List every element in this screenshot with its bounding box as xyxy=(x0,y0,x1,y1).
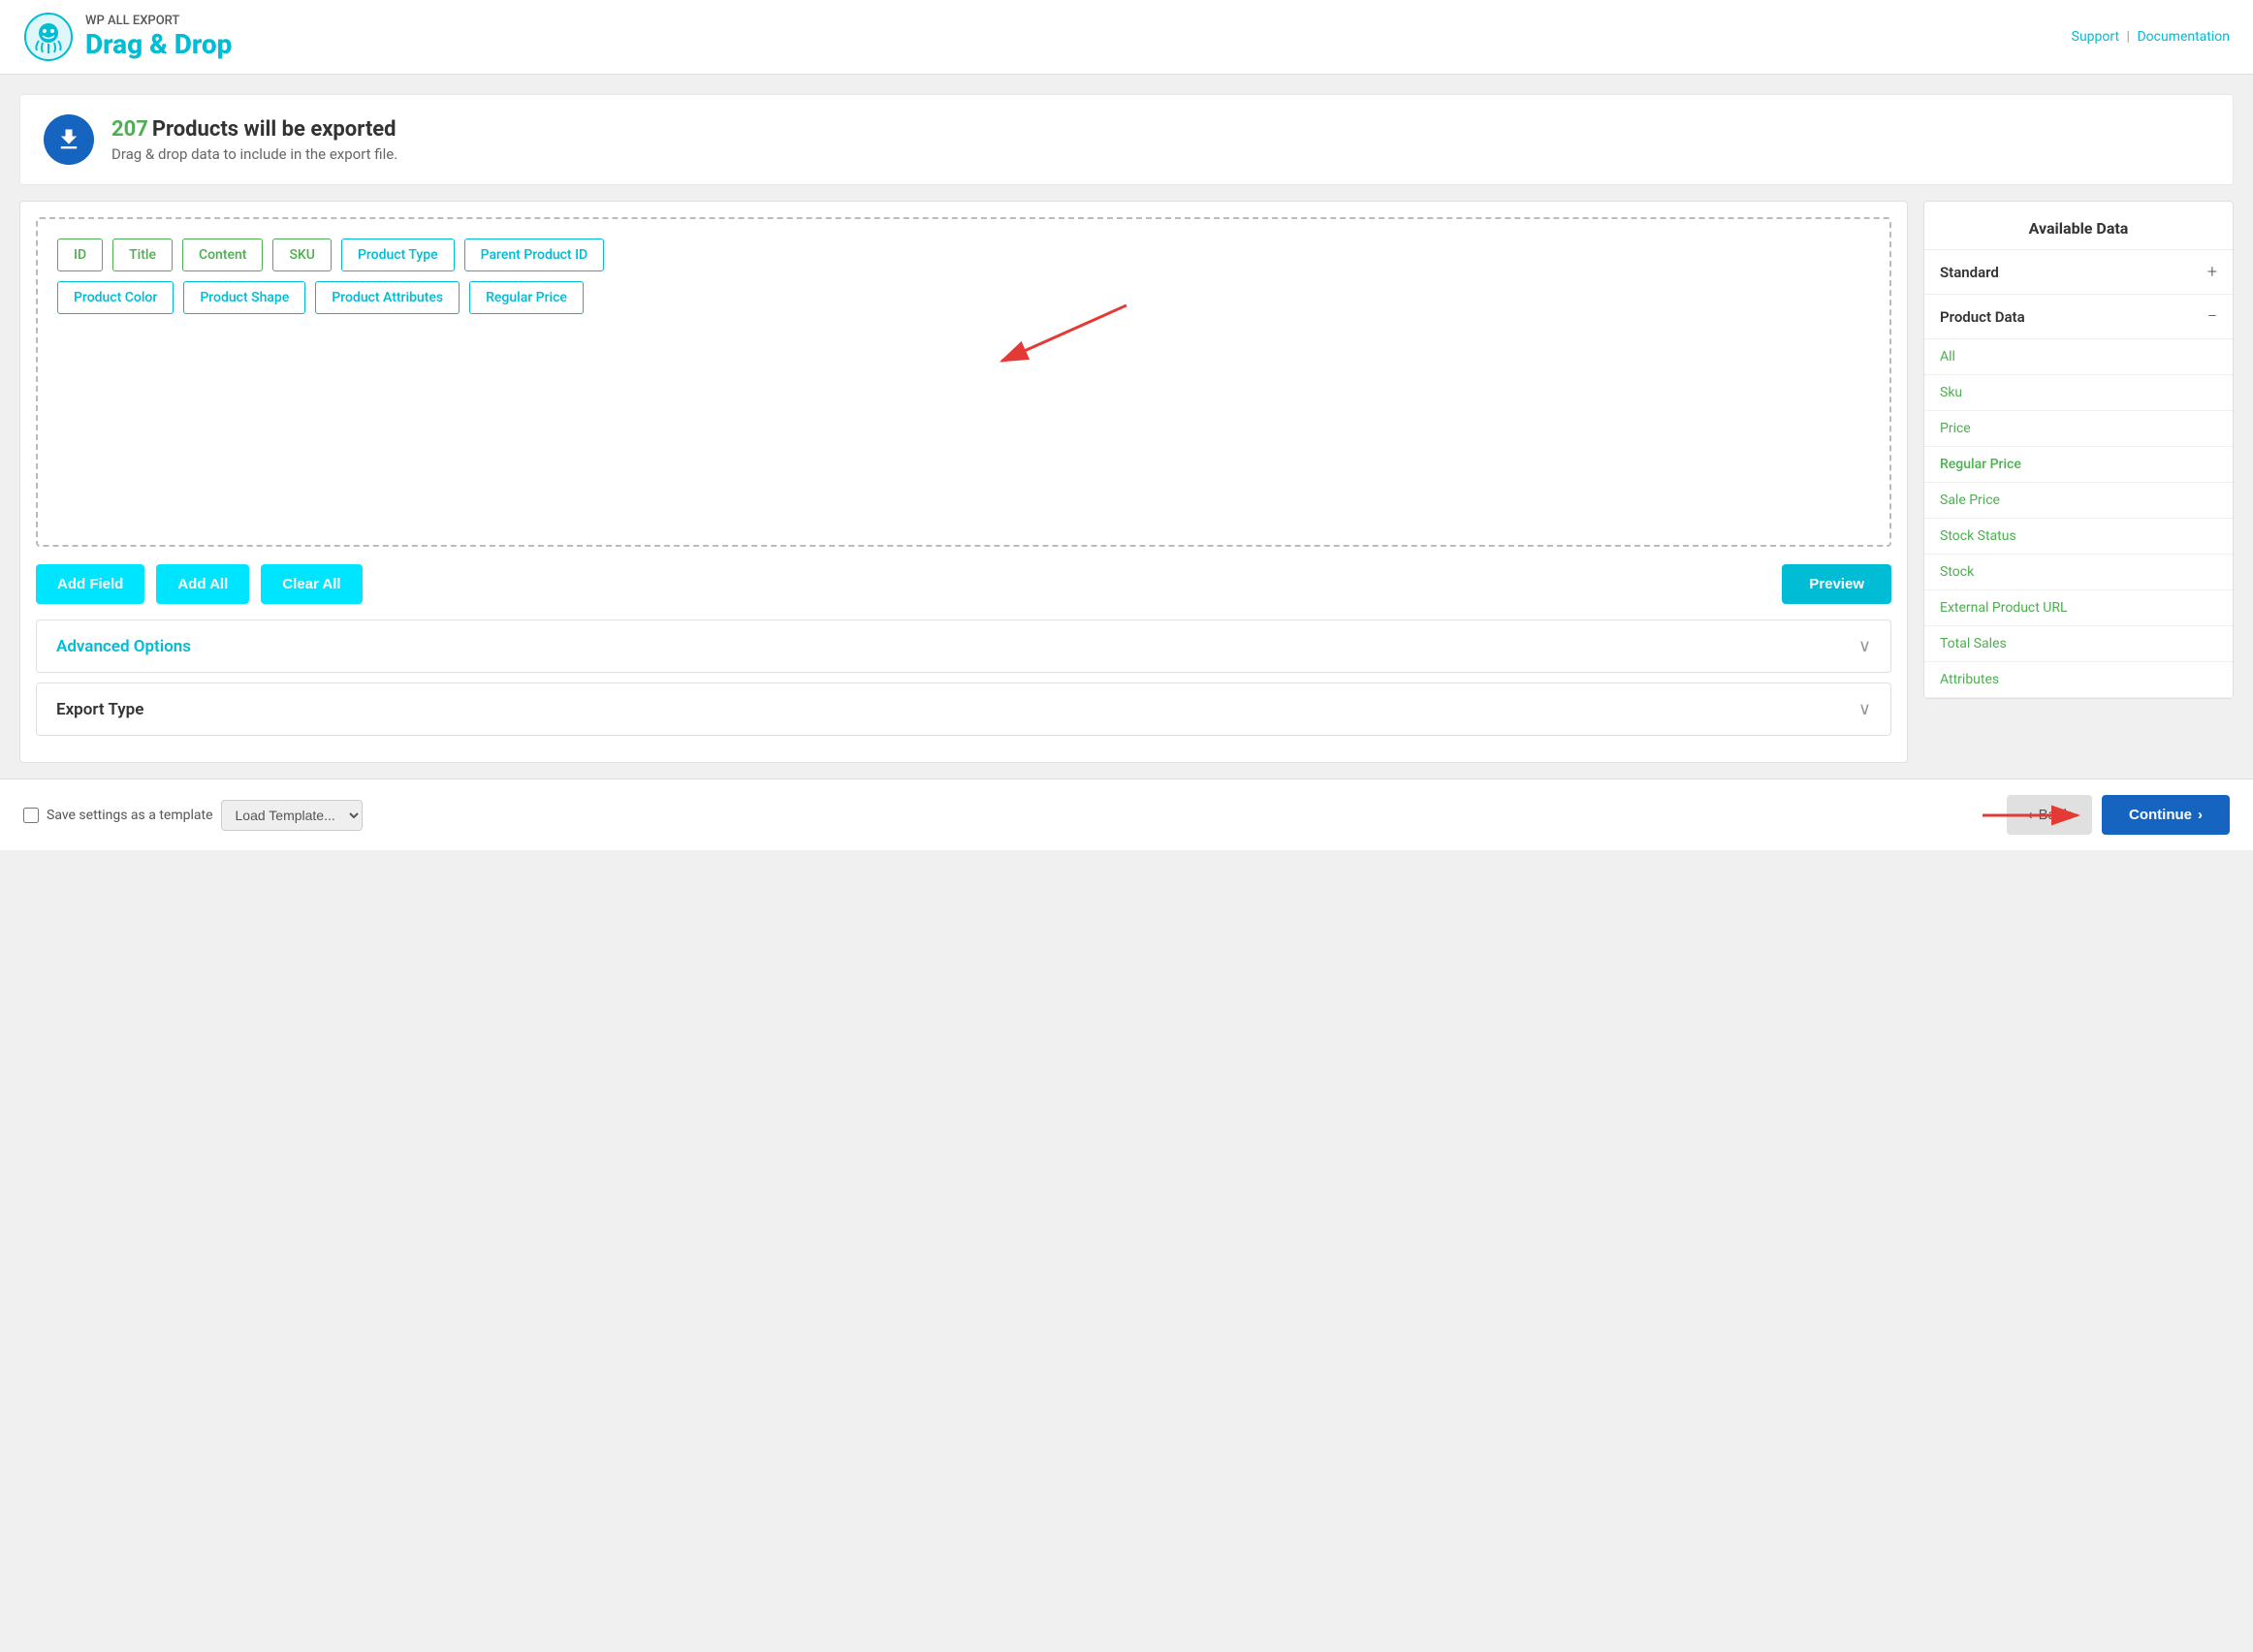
download-icon xyxy=(55,126,82,153)
app-name: WP ALL EXPORT xyxy=(85,14,232,28)
save-template-area: Save settings as a template Load Templat… xyxy=(23,800,363,831)
field-tag-sku[interactable]: SKU xyxy=(272,238,331,271)
export-type-section: Export Type ∨ xyxy=(36,683,1891,736)
standard-section-label: Standard xyxy=(1940,264,1999,281)
product-data-section-header[interactable]: Product Data − xyxy=(1924,295,2233,339)
banner-headline: 207 Products will be exported xyxy=(111,117,397,142)
app-header: WP ALL EXPORT Drag & Drop Support | Docu… xyxy=(0,0,2253,75)
continue-chevron-icon: › xyxy=(2198,807,2203,823)
product-data-section-label: Product Data xyxy=(1940,308,2025,326)
field-tag-title[interactable]: Title xyxy=(112,238,173,271)
export-type-chevron-icon: ∨ xyxy=(1858,699,1871,719)
export-type-label: Export Type xyxy=(56,700,143,719)
banner-subtitle: Drag & drop data to include in the expor… xyxy=(111,145,397,163)
action-buttons: Add Field Add All Clear All Preview xyxy=(36,564,1891,604)
continue-button[interactable]: Continue › xyxy=(2102,795,2230,835)
available-data-title: Available Data xyxy=(1924,202,2233,250)
standard-section-header[interactable]: Standard + xyxy=(1924,250,2233,295)
save-template-checkbox[interactable] xyxy=(23,808,39,823)
export-count: 207 xyxy=(111,117,148,142)
right-panel: Available Data Standard + Product Data −… xyxy=(1923,201,2234,699)
advanced-options-chevron-icon: ∨ xyxy=(1858,636,1871,656)
clear-all-button[interactable]: Clear All xyxy=(261,564,362,604)
logo-area: WP ALL EXPORT Drag & Drop xyxy=(23,12,232,62)
app-logo-icon xyxy=(23,12,74,62)
left-panel: ID Title Content SKU Product Type Parent… xyxy=(19,201,1908,763)
back-button[interactable]: ‹ Back xyxy=(2007,795,2092,835)
field-tag-id[interactable]: ID xyxy=(57,238,103,271)
product-data-section-toggle-icon[interactable]: − xyxy=(2207,306,2217,327)
preview-button[interactable]: Preview xyxy=(1782,564,1891,604)
field-row-1: ID Title Content SKU Product Type Parent… xyxy=(57,238,1870,271)
header-links: Support | Documentation xyxy=(2072,29,2230,45)
field-tag-regular-price[interactable]: Regular Price xyxy=(469,281,584,314)
data-item-attributes[interactable]: Attributes xyxy=(1924,662,2233,698)
main-layout: ID Title Content SKU Product Type Parent… xyxy=(19,201,2234,763)
data-item-stock[interactable]: Stock xyxy=(1924,555,2233,590)
field-tag-parent-product-id[interactable]: Parent Product ID xyxy=(464,238,605,271)
data-item-price[interactable]: Price xyxy=(1924,411,2233,447)
footer-bar: Save settings as a template Load Templat… xyxy=(0,778,2253,850)
link-separator: | xyxy=(2127,29,2130,45)
field-tag-product-color[interactable]: Product Color xyxy=(57,281,174,314)
field-tag-product-type[interactable]: Product Type xyxy=(341,238,455,271)
field-tag-product-attributes[interactable]: Product Attributes xyxy=(315,281,460,314)
advanced-options-toggle[interactable]: Advanced Options ∨ xyxy=(37,620,1890,672)
add-all-button[interactable]: Add All xyxy=(156,564,249,604)
banner-icon xyxy=(44,114,94,165)
data-item-sale-price[interactable]: Sale Price xyxy=(1924,483,2233,519)
continue-label: Continue xyxy=(2129,807,2192,823)
data-item-all[interactable]: All xyxy=(1924,339,2233,375)
app-title: Drag & Drop xyxy=(85,28,232,60)
data-item-regular-price[interactable]: Regular Price xyxy=(1924,447,2233,483)
back-chevron-icon: ‹ xyxy=(2028,807,2033,823)
documentation-link[interactable]: Documentation xyxy=(2137,29,2230,45)
logo-text: WP ALL EXPORT Drag & Drop xyxy=(85,14,232,60)
load-template-select[interactable]: Load Template... xyxy=(221,800,363,831)
field-tag-product-shape[interactable]: Product Shape xyxy=(183,281,305,314)
standard-section-toggle-icon[interactable]: + xyxy=(2207,262,2217,282)
field-tag-content[interactable]: Content xyxy=(182,238,264,271)
back-label: Back xyxy=(2039,807,2071,823)
banner-title: Products will be exported xyxy=(152,117,397,142)
continue-area: Continue › xyxy=(2102,795,2230,835)
export-type-toggle[interactable]: Export Type ∨ xyxy=(37,683,1890,735)
banner-text: 207 Products will be exported Drag & dro… xyxy=(111,117,397,163)
data-item-sku[interactable]: Sku xyxy=(1924,375,2233,411)
advanced-options-label: Advanced Options xyxy=(56,637,191,656)
data-item-stock-status[interactable]: Stock Status xyxy=(1924,519,2233,555)
data-item-external-product-url[interactable]: External Product URL xyxy=(1924,590,2233,626)
support-link[interactable]: Support xyxy=(2072,29,2119,45)
add-field-button[interactable]: Add Field xyxy=(36,564,144,604)
drop-zone[interactable]: ID Title Content SKU Product Type Parent… xyxy=(36,217,1891,547)
footer-navigation: ‹ Back Continue › xyxy=(2007,795,2230,835)
export-banner: 207 Products will be exported Drag & dro… xyxy=(19,94,2234,185)
field-row-2: Product Color Product Shape Product Attr… xyxy=(57,281,1870,314)
advanced-options-section: Advanced Options ∨ xyxy=(36,620,1891,673)
data-item-total-sales[interactable]: Total Sales xyxy=(1924,626,2233,662)
save-template-label: Save settings as a template xyxy=(47,808,213,823)
